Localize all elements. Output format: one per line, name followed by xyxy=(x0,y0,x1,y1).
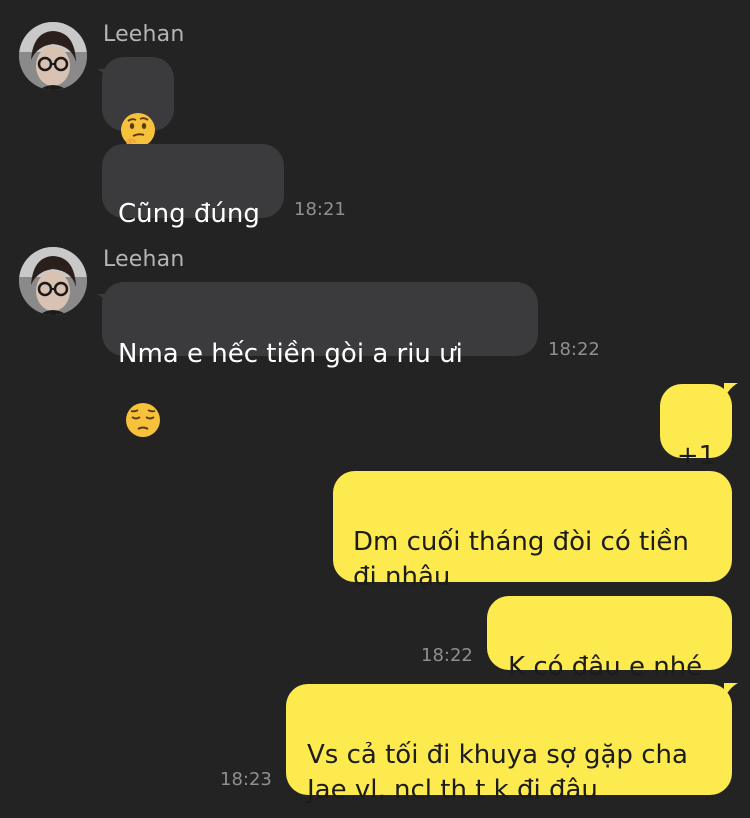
message-bubble-outgoing[interactable]: Dm cuối tháng đòi có tiền đi nhậu xyxy=(333,471,732,592)
message-timestamp: 18:22 xyxy=(421,645,473,666)
pensive-face-icon xyxy=(124,366,162,449)
message-bubble-outgoing[interactable]: Vs cả tối đi khuya sợ gặp cha Jae vl, nc… xyxy=(286,684,732,805)
sender-name: Leehan xyxy=(103,247,185,272)
message-timestamp: 18:21 xyxy=(294,199,346,220)
message-bubble-outgoing[interactable]: +1 xyxy=(660,384,732,471)
message-text: Cũng đúng xyxy=(118,199,260,229)
sender-avatar[interactable] xyxy=(19,247,87,315)
message-bubble-incoming[interactable]: Nma e hếc tiền gòi a riu ưi xyxy=(102,282,538,437)
sender-name: Leehan xyxy=(103,22,185,47)
message-bubble-incoming[interactable] xyxy=(102,57,174,148)
sender-avatar[interactable] xyxy=(19,22,87,90)
profile-photo-icon xyxy=(19,247,87,315)
message-text: K có đâu e nhé xyxy=(508,652,703,682)
message-text: Nma e hếc tiền gòi a riu ưi xyxy=(118,339,463,369)
message-text: Vs cả tối đi khuya sợ gặp cha Jae vl, nc… xyxy=(307,740,688,805)
message-timestamp: 18:22 xyxy=(548,339,600,360)
message-bubble-incoming[interactable]: Cũng đúng xyxy=(102,144,284,229)
message-bubble-outgoing[interactable]: K có đâu e nhé xyxy=(487,596,732,682)
message-timestamp: 18:23 xyxy=(220,769,272,790)
profile-photo-icon xyxy=(19,22,87,90)
message-text: Dm cuối tháng đòi có tiền đi nhậu xyxy=(353,527,689,592)
message-text: +1 xyxy=(676,441,716,471)
